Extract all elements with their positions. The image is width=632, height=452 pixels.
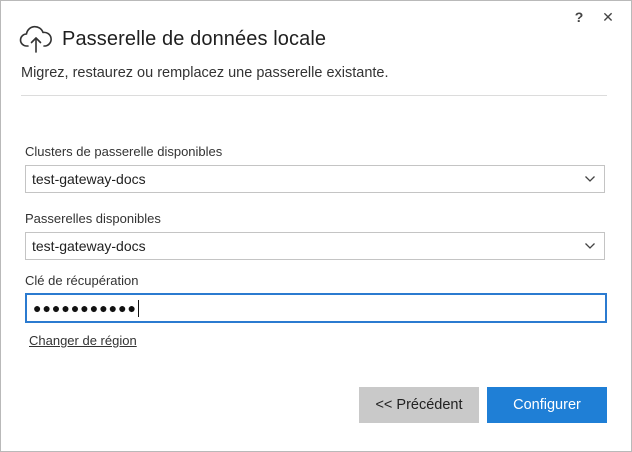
change-region-link[interactable]: Changer de région <box>29 333 137 348</box>
chevron-down-icon <box>580 165 600 193</box>
recovery-key-label: Clé de récupération <box>25 273 139 288</box>
header: Passerelle de données locale <box>19 23 326 55</box>
clusters-label: Clusters de passerelle disponibles <box>25 144 223 159</box>
clusters-selected-value: test-gateway-docs <box>32 171 146 187</box>
gateway-dialog: ? ✕ Passerelle de données locale Migrez,… <box>0 0 632 452</box>
chevron-down-icon <box>580 232 600 260</box>
configure-button[interactable]: Configurer <box>487 387 607 423</box>
page-title: Passerelle de données locale <box>62 27 327 50</box>
page-subtitle: Migrez, restaurez ou remplacez une passe… <box>21 65 389 81</box>
clusters-dropdown[interactable]: test-gateway-docs <box>25 165 605 193</box>
cloud-upload-icon <box>19 25 52 53</box>
recovery-key-value: ●●●●●●●●●●● <box>33 300 138 316</box>
previous-button[interactable]: << Précédent <box>359 387 479 423</box>
close-button[interactable]: ✕ <box>595 7 621 27</box>
gateways-dropdown[interactable]: test-gateway-docs <box>25 232 605 260</box>
header-divider <box>21 95 607 96</box>
recovery-key-input[interactable]: ●●●●●●●●●●● <box>25 293 607 323</box>
title-bar-controls: ? ✕ <box>566 7 621 27</box>
help-button[interactable]: ? <box>566 7 592 27</box>
text-caret <box>138 299 140 317</box>
gateways-label: Passerelles disponibles <box>25 211 161 226</box>
gateways-selected-value: test-gateway-docs <box>32 238 146 254</box>
